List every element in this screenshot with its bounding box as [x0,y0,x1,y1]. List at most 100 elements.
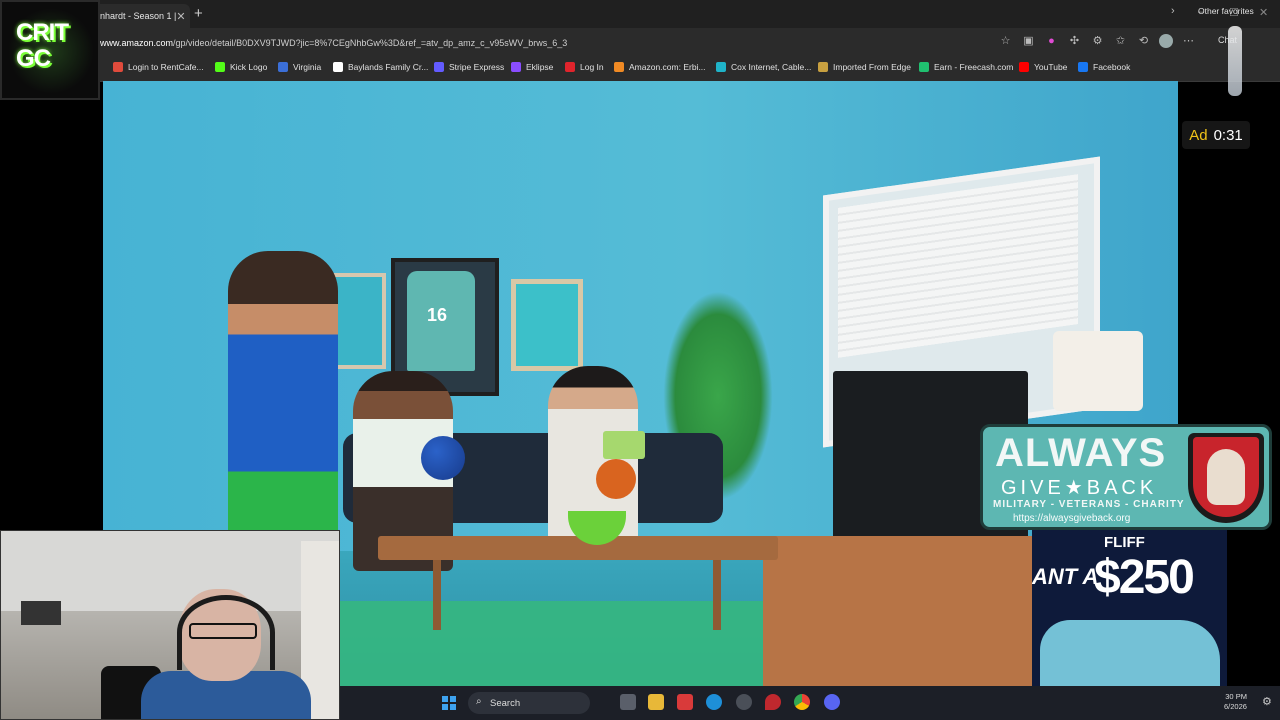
logo-text: CRIT GC [16,20,90,72]
bookmark-favicon-icon [919,62,929,72]
soldier-icon [1207,449,1245,505]
bookmark-item[interactable]: Stripe Express [434,62,504,72]
bookmark-label: Earn - Freecash.com [934,62,1014,72]
webcam-glasses [189,623,257,639]
bookmark-label: Imported From Edge [833,62,911,72]
webcam-feed [0,530,340,720]
fliff-amount: $250 [1094,551,1195,604]
bookmark-favicon-icon [511,62,521,72]
task-view-icon[interactable] [620,694,636,710]
app-red-icon[interactable] [677,694,693,710]
bookmark-favicon-icon [818,62,828,72]
bookmark-item[interactable]: Facebook [1078,62,1130,72]
webcam-wall [1,531,339,611]
bookmark-favicon-icon [716,62,726,72]
bookmark-item[interactable]: Login to RentCafe... [113,62,204,72]
bookmark-item[interactable]: YouTube [1019,62,1067,72]
favorite-star-icon[interactable]: ☆ [998,34,1013,49]
bookmark-item[interactable]: Kick Logo [215,62,267,72]
file-explorer-icon[interactable] [648,694,664,710]
bookmark-favicon-icon [434,62,444,72]
favorites-icon[interactable]: ✩ [1113,34,1128,49]
profile-avatar[interactable] [1159,34,1173,48]
close-window-icon[interactable]: ✕ [1259,6,1268,19]
more-menu-icon[interactable]: ⋯ [1181,34,1196,49]
bookmark-item[interactable]: Virginia [278,62,321,72]
history-icon[interactable]: ⟲ [1136,34,1151,49]
search-icon: ⌕ [476,696,482,707]
charity-tagline: MILITARY - VETERANS - CHARITY [993,499,1185,510]
bookmark-item[interactable]: Imported From Edge [818,62,911,72]
bookmarks-overflow-chevron-icon[interactable]: › [1171,5,1175,17]
other-favorites-folder[interactable]: Other favorites [1198,6,1254,16]
discord-icon[interactable] [824,694,840,710]
clock-time: 30 PM [1225,692,1247,701]
extension-pink-icon[interactable]: ● [1044,34,1059,49]
bookmark-item[interactable]: Cox Internet, Cable... [716,62,811,72]
toolbar-icons: ☆ ▣ ● ✣ ⚙ ✩ ⟲ ⋯ [998,34,1196,49]
bookmark-label: Amazon.com: Erbi... [629,62,706,72]
taskbar-search[interactable]: ⌕ Search [468,692,590,714]
extension-puzzle-icon[interactable]: ✣ [1067,34,1082,49]
scene-art-frame-right [511,279,583,371]
charity-url: https://alwaysgiveback.org [1013,513,1131,524]
bookmark-label: Kick Logo [230,62,268,72]
bookmark-item[interactable]: Amazon.com: Erbi... [614,62,706,72]
bookmark-favicon-icon [333,62,343,72]
bookmark-item[interactable]: Eklipse [511,62,553,72]
fliff-brand: FLIFF [1104,534,1145,551]
logo-line-1: CRIT [16,19,69,46]
new-tab-button[interactable]: + [194,5,203,22]
logo-line-2: GC [16,45,51,72]
bookmark-item[interactable]: Earn - Freecash.com [919,62,1013,72]
bookmark-favicon-icon [113,62,123,72]
split-screen-icon[interactable]: ⚙ [1090,34,1105,49]
bookmark-favicon-icon [1019,62,1029,72]
bookmark-label: Log In [580,62,604,72]
url-path: /gp/video/detail/B0DXV9TJWD?jic=8%7CEgNh… [173,38,568,48]
notification-bell-icon[interactable]: ⚙ [1262,695,1272,708]
scene-tv-cabinet [763,536,1033,686]
app-gear-icon[interactable] [736,694,752,710]
scene-table-leg [713,560,721,630]
extension-icon[interactable]: ▣ [1021,34,1036,49]
bookmark-label: Eklipse [526,62,554,72]
windows-start-icon[interactable] [442,696,456,710]
map-pin-icon[interactable] [765,694,781,710]
charity-banner: ALWAYS GIVE★BACK MILITARY - VETERANS - C… [980,424,1272,530]
tab-active[interactable]: nhardt - Season 1 | ✕ [90,4,190,28]
taskbar: ⌕ Search 30 PM 6/2026 ⚙ [340,686,1280,720]
bookmark-favicon-icon [565,62,575,72]
bookmark-label: Cox Internet, Cable... [731,62,812,72]
scene-tablet [603,431,645,459]
taskbar-search-label: Search [490,697,521,709]
stream-logo: CRIT GC [0,0,100,100]
chrome-icon[interactable] [794,694,810,710]
bookmark-label: Baylands Family Cr... [348,62,429,72]
bookmark-label: YouTube [1034,62,1068,72]
bookmark-label: Facebook [1093,62,1131,72]
edge-browser-icon[interactable] [706,694,722,710]
bookmark-item[interactable]: Baylands Family Cr... [333,62,428,72]
scene-lamp [1053,331,1143,411]
clock-date: 6/2026 [1224,702,1247,711]
charity-title: ALWAYS [995,431,1167,475]
scene-soccer-ball [421,436,465,480]
ad-time: 0:31 [1213,126,1243,144]
charity-subtitle: GIVE★BACK [1001,477,1158,499]
address-bar[interactable]: www.amazon.com/gp/video/detail/B0DXV9TJW… [100,34,995,52]
bookmark-label: Login to RentCafe... [128,62,204,72]
address-bar-row: www.amazon.com/gp/video/detail/B0DXV9TJW… [0,28,1280,56]
bookmark-favicon-icon [1078,62,1088,72]
fliff-want-text: ANT A [1032,564,1099,589]
scene-coffee-table [378,536,778,560]
taskbar-clock[interactable]: 30 PM 6/2026 [1224,692,1247,712]
mouse-cursor-icon [1228,26,1242,96]
tab-close-icon[interactable]: ✕ [176,10,185,23]
bookmark-label: Virginia [293,62,322,72]
bookmark-item[interactable]: Log In [565,62,604,72]
webcam-lamp [21,601,61,719]
tab-strip: nhardt - Season 1 | ✕ + – ☐ ✕ [0,0,1280,28]
bookmark-favicon-icon [278,62,288,72]
bookmarks-bar: Login to RentCafe... Kick Logo Virginia Bay… [0,56,1280,82]
